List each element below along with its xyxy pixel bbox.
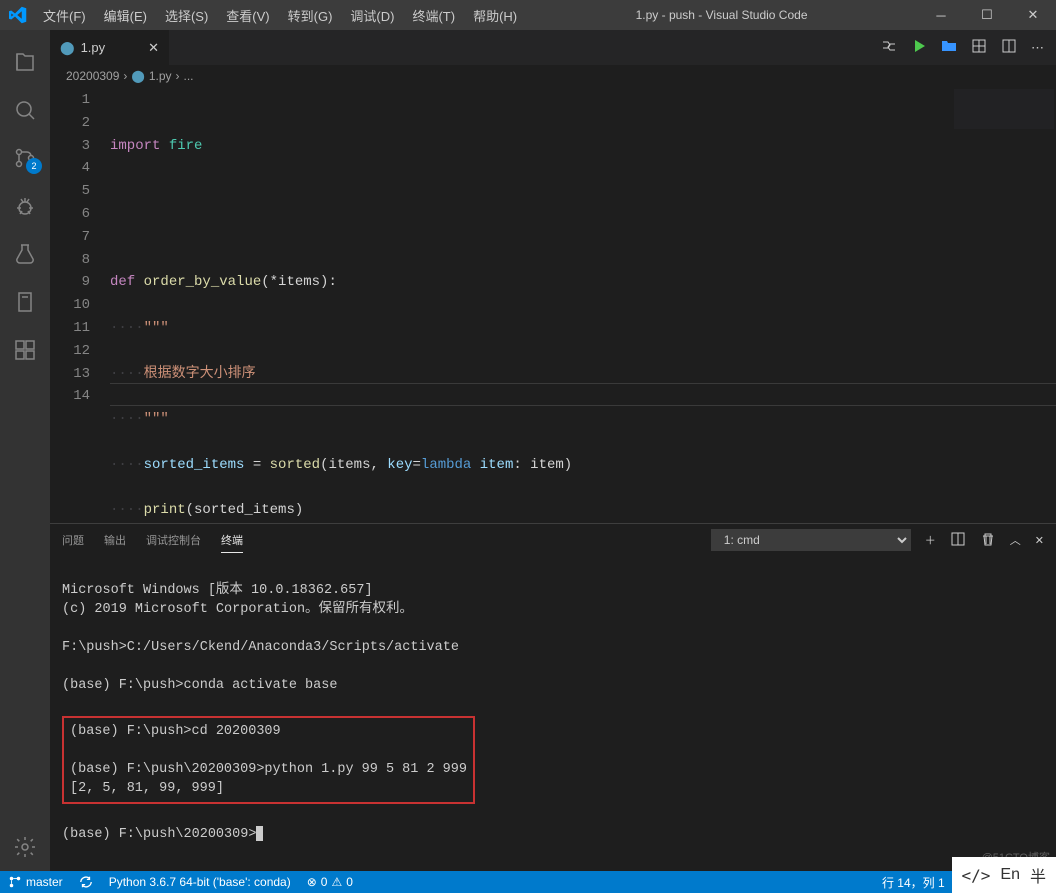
window-controls: ─ ☐ ✕: [918, 0, 1056, 30]
line-gutter: 1234567891011121314: [50, 87, 110, 523]
panel-tabs: 问题 输出 调试控制台 终端 1: cmd ＋ ︿ ✕: [50, 524, 1056, 556]
settings-icon[interactable]: [0, 823, 50, 871]
status-branch[interactable]: master: [0, 871, 71, 893]
code-editor[interactable]: 1234567891011121314 import fire def orde…: [50, 87, 1056, 523]
breadcrumb-file[interactable]: 1.py: [149, 69, 172, 83]
menu-help[interactable]: 帮助(H): [465, 2, 525, 29]
split-terminal-icon[interactable]: [950, 531, 966, 550]
status-sync[interactable]: [71, 871, 101, 893]
tab-label: 1.py: [81, 40, 106, 55]
status-python[interactable]: Python 3.6.7 64-bit ('base': conda): [101, 871, 299, 893]
tab-debug-console[interactable]: 调试控制台: [146, 528, 201, 552]
vscode-logo: [0, 6, 35, 24]
status-lncol[interactable]: 行 14，列 1: [874, 871, 953, 893]
chevron-right-icon: ›: [176, 69, 180, 83]
tab-terminal[interactable]: 终端: [221, 528, 243, 553]
search-icon[interactable]: [0, 86, 50, 134]
debug-icon[interactable]: [0, 182, 50, 230]
activity-bar: 2: [0, 30, 50, 871]
menu-terminal[interactable]: 终端(T): [404, 2, 463, 29]
menu-view[interactable]: 查看(V): [218, 2, 277, 29]
breadcrumb-more[interactable]: ...: [184, 69, 194, 83]
terminal-content[interactable]: Microsoft Windows [版本 10.0.18362.657] (c…: [50, 556, 1056, 871]
menu-file[interactable]: 文件(F): [35, 2, 94, 29]
editor-actions: ⋯: [881, 30, 1056, 65]
terminal-selector[interactable]: 1: cmd: [711, 529, 911, 551]
extensions-icon[interactable]: [0, 326, 50, 374]
titlebar: 文件(F) 编辑(E) 选择(S) 查看(V) 转到(G) 调试(D) 终端(T…: [0, 0, 1056, 30]
bookmark-icon[interactable]: [0, 278, 50, 326]
menu-debug[interactable]: 调试(D): [342, 2, 402, 29]
chevron-right-icon: ›: [123, 69, 127, 83]
source-control-icon[interactable]: 2: [0, 134, 50, 182]
breadcrumb[interactable]: 20200309 › ⬤ 1.py › ...: [50, 65, 1056, 87]
window-title: 1.py - push - Visual Studio Code: [525, 8, 918, 22]
close-panel-icon[interactable]: ✕: [1035, 534, 1044, 547]
tab-file[interactable]: ⬤ 1.py ✕: [50, 30, 170, 65]
split-icon[interactable]: [1001, 38, 1017, 57]
status-problems[interactable]: ⊗0 ⚠0: [299, 871, 361, 893]
menu-selection[interactable]: 选择(S): [157, 2, 216, 29]
editor-tabs: ⬤ 1.py ✕ ⋯: [50, 30, 1056, 65]
explorer-icon[interactable]: [0, 38, 50, 86]
grid-icon[interactable]: [971, 38, 987, 57]
breadcrumb-folder[interactable]: 20200309: [66, 69, 119, 83]
python-file-icon: ⬤: [131, 69, 144, 83]
run-icon[interactable]: [911, 38, 927, 57]
code-icon: </>: [962, 866, 991, 885]
more-icon[interactable]: ⋯: [1031, 40, 1044, 56]
python-file-icon: ⬤: [60, 40, 75, 56]
minimize-button[interactable]: ─: [918, 0, 964, 30]
test-icon[interactable]: [0, 230, 50, 278]
highlighted-terminal-block: (base) F:\push>cd 20200309 (base) F:\pus…: [62, 716, 475, 804]
ime-half[interactable]: 半: [1030, 863, 1046, 887]
tab-problems[interactable]: 问题: [62, 528, 84, 552]
tab-output[interactable]: 输出: [104, 528, 126, 552]
folder-icon[interactable]: [941, 38, 957, 57]
scm-badge: 2: [26, 158, 42, 174]
ime-widget[interactable]: </> En 半: [952, 857, 1056, 893]
menu-bar: 文件(F) 编辑(E) 选择(S) 查看(V) 转到(G) 调试(D) 终端(T…: [35, 2, 525, 29]
maximize-button[interactable]: ☐: [964, 0, 1010, 30]
maximize-panel-icon[interactable]: ︿: [1010, 532, 1021, 548]
close-button[interactable]: ✕: [1010, 0, 1056, 30]
status-bar: master Python 3.6.7 64-bit ('base': cond…: [0, 871, 1056, 893]
minimap[interactable]: [954, 89, 1054, 129]
kill-terminal-icon[interactable]: [980, 531, 996, 550]
tab-close-icon[interactable]: ✕: [148, 40, 159, 56]
bottom-panel: 问题 输出 调试控制台 终端 1: cmd ＋ ︿ ✕: [50, 523, 1056, 871]
terminal-cursor: [256, 826, 263, 841]
code-content[interactable]: import fire def order_by_value(*items): …: [110, 87, 1056, 523]
new-terminal-icon[interactable]: ＋: [925, 532, 936, 548]
menu-go[interactable]: 转到(G): [280, 2, 341, 29]
compare-icon[interactable]: [881, 38, 897, 57]
ime-lang[interactable]: En: [1000, 866, 1020, 884]
menu-edit[interactable]: 编辑(E): [96, 2, 155, 29]
